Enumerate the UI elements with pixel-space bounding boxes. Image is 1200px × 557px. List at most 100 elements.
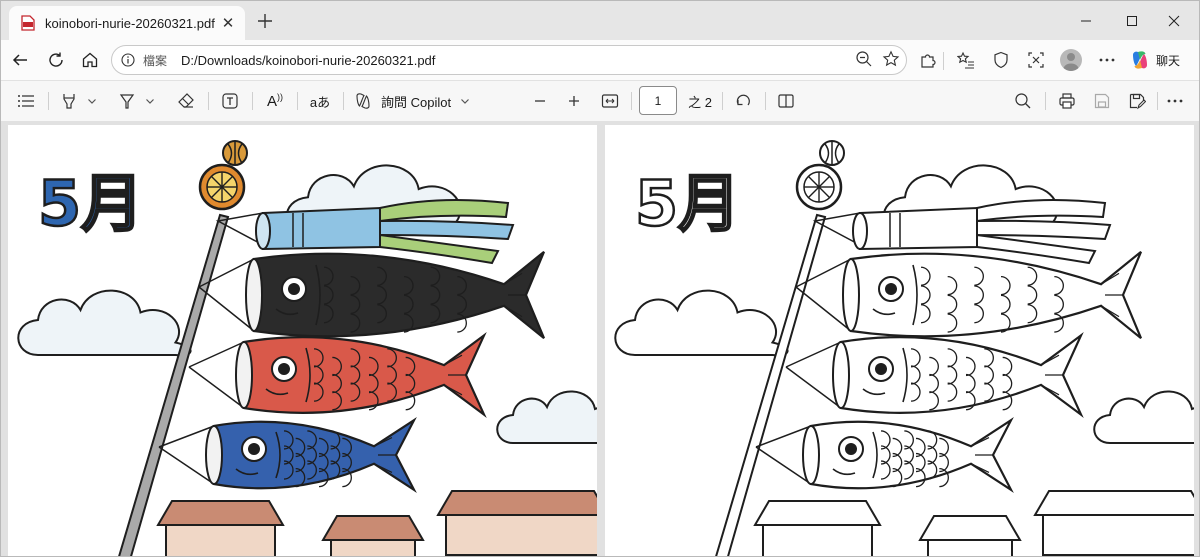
minimize-button[interactable] — [1063, 1, 1109, 40]
streamer-head — [859, 206, 978, 251]
save-as-button[interactable] — [1124, 89, 1150, 113]
rotate-icon — [736, 94, 750, 106]
favorite-button[interactable] — [879, 47, 903, 71]
rotate-button[interactable] — [730, 89, 756, 113]
draw-button[interactable] — [115, 89, 159, 113]
carp-pupil — [278, 363, 290, 375]
house-roof — [156, 500, 285, 526]
tab-strip: koinobori-nurie-20260321.pdf ✕ — [1, 1, 1199, 40]
toolbar-divider — [765, 92, 766, 110]
carp-pupil — [248, 443, 260, 455]
highlight-button[interactable] — [57, 89, 101, 113]
screenshot-button[interactable] — [1023, 47, 1049, 73]
puzzle-icon — [921, 54, 936, 68]
zoom-in-button[interactable] — [562, 89, 586, 113]
translate-icon: aあ — [309, 94, 331, 110]
person-icon — [1063, 53, 1079, 71]
back-button[interactable] — [7, 47, 33, 73]
carp-mouth — [245, 258, 263, 332]
house-roof-wall — [762, 524, 873, 556]
refresh-button[interactable] — [43, 47, 69, 73]
streamer-tail — [379, 219, 515, 241]
cloud — [17, 289, 192, 357]
read-aloud-button[interactable]: A)) — [262, 89, 288, 113]
house-roof — [321, 515, 425, 541]
minimize-icon — [1081, 20, 1091, 21]
highlighter-icon — [63, 94, 75, 109]
streamer-mouth — [852, 212, 868, 250]
refresh-icon — [49, 52, 63, 67]
carp-mouth — [832, 341, 850, 409]
copilot-chat-button[interactable]: 聊天 — [1129, 47, 1180, 73]
carp-pupil — [875, 363, 887, 375]
favorites-button[interactable] — [953, 47, 979, 73]
house-roof — [918, 515, 1022, 541]
page-total-label: 之 2 — [688, 94, 712, 110]
carp-mouth — [842, 258, 860, 332]
browser-tab[interactable]: koinobori-nurie-20260321.pdf ✕ — [9, 6, 245, 40]
house-roof — [753, 500, 882, 526]
toolbar-divider — [252, 92, 253, 110]
zoom-out-button[interactable] — [528, 89, 552, 113]
page-number-input[interactable]: 1 — [639, 86, 677, 115]
two-page-icon — [778, 94, 794, 108]
cloud — [496, 390, 597, 444]
house-roof-wall — [445, 514, 597, 556]
find-button[interactable] — [1010, 89, 1036, 113]
toolbar-divider — [343, 92, 344, 110]
fit-width-icon — [601, 94, 619, 108]
print-button[interactable] — [1054, 89, 1080, 113]
pdf-file-icon — [21, 15, 35, 31]
erase-button[interactable] — [173, 89, 199, 113]
tab-close-icon[interactable]: ✕ — [219, 14, 237, 32]
browser-essentials-button[interactable] — [988, 47, 1014, 73]
save-button[interactable] — [1089, 89, 1115, 113]
browser-window: koinobori-nurie-20260321.pdf ✕ 檔案 D:/Dow… — [0, 0, 1200, 557]
pdf-page-2: 5月 — [605, 125, 1194, 556]
house-roof-wall — [927, 539, 1013, 556]
page-view-button[interactable] — [773, 89, 799, 113]
tab-title: koinobori-nurie-20260321.pdf — [45, 15, 215, 31]
list-icon — [18, 95, 34, 107]
carp-pupil — [288, 283, 300, 295]
pdf-more-button[interactable] — [1162, 89, 1188, 113]
ask-copilot-button[interactable]: 詢問 Copilot — [353, 89, 479, 113]
cloud — [1093, 390, 1194, 444]
pen-icon — [119, 94, 135, 109]
profile-avatar[interactable] — [1060, 49, 1082, 71]
cloud — [614, 289, 789, 357]
coloring-illustration: 5月 — [17, 140, 597, 556]
chevron-down-icon — [146, 99, 154, 104]
streamer-head — [262, 206, 381, 251]
pdf-viewer[interactable]: 5月 5月 — [1, 121, 1199, 556]
add-text-button[interactable] — [217, 89, 243, 113]
contents-button[interactable] — [13, 89, 39, 113]
back-arrow-icon — [12, 54, 27, 66]
plus-icon — [569, 96, 579, 106]
screenshot-icon — [1028, 52, 1044, 68]
address-bar[interactable]: 檔案 D:/Downloads/koinobori-nurie-20260321… — [111, 45, 907, 75]
streamer-mouth — [255, 212, 271, 250]
favorites-list-icon — [957, 51, 974, 69]
save-icon — [1094, 93, 1110, 109]
info-icon[interactable] — [121, 53, 135, 67]
maximize-button[interactable] — [1109, 1, 1155, 40]
toolbar-divider — [48, 92, 49, 110]
carp-mouth — [802, 425, 820, 485]
close-window-button[interactable] — [1151, 1, 1197, 40]
carp-mouth — [205, 425, 223, 485]
house-roof-wall — [330, 539, 416, 556]
house-roof — [1033, 490, 1194, 516]
zoom-button[interactable] — [852, 47, 876, 71]
extensions-button[interactable] — [915, 47, 941, 73]
settings-more-button[interactable] — [1094, 47, 1120, 73]
toolbar-divider — [631, 92, 632, 110]
fit-to-page-button[interactable] — [597, 89, 623, 113]
new-tab-button[interactable] — [253, 9, 277, 33]
translate-button[interactable]: aあ — [305, 89, 335, 113]
pdf-page-1: 5月 — [8, 125, 597, 556]
zoom-out-icon — [856, 51, 872, 67]
home-button[interactable] — [77, 47, 103, 73]
search-icon — [1015, 93, 1031, 109]
save-as-icon — [1129, 93, 1146, 110]
